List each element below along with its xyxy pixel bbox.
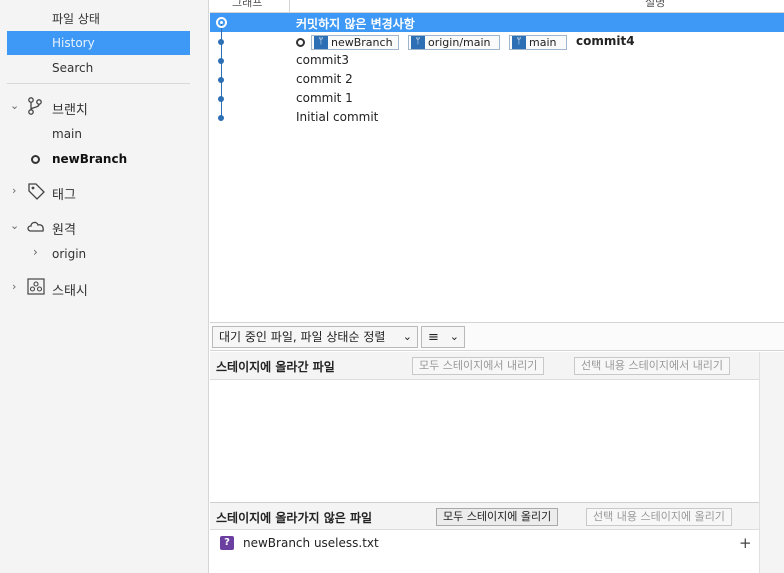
dropdown-label: 대기 중인 파일, 파일 상태순 정렬 bbox=[219, 330, 386, 344]
ref-tag-newbranch[interactable]: ᛘ newBranch bbox=[311, 35, 399, 50]
commit-node bbox=[218, 115, 224, 121]
chevron-right-icon[interactable]: › bbox=[12, 280, 16, 293]
list-icon: ≡ bbox=[428, 330, 439, 345]
column-header-graph[interactable]: 그래프 bbox=[232, 0, 262, 10]
commit-node bbox=[218, 77, 224, 83]
ref-tag-main[interactable]: ᛘ main bbox=[509, 35, 567, 50]
commit-node bbox=[218, 58, 224, 64]
commit-row[interactable]: commit 2 bbox=[210, 70, 784, 89]
scrollbar[interactable] bbox=[759, 352, 784, 502]
sidebar-item-remote-origin[interactable]: origin bbox=[52, 247, 86, 261]
stage-all-button[interactable]: 모두 스테이지에 올리기 bbox=[436, 508, 559, 526]
chevron-right-icon[interactable]: › bbox=[12, 184, 16, 197]
sidebar-item-history[interactable]: History bbox=[7, 31, 190, 55]
head-indicator-icon bbox=[296, 38, 305, 47]
commit-row-uncommitted[interactable]: 커밋하지 않은 변경사항 bbox=[210, 13, 784, 32]
panel-title: 스테이지에 올라가지 않은 파일 bbox=[216, 511, 373, 525]
ref-label: origin/main bbox=[428, 36, 491, 49]
file-row[interactable]: ? newBranch useless.txt + bbox=[210, 534, 759, 554]
file-toolbar: 대기 중인 파일, 파일 상태순 정렬 ⌄ ≡ ⌄ bbox=[210, 322, 784, 351]
sidebar-item-file-status[interactable]: 파일 상태 bbox=[52, 10, 100, 27]
graph-header: 그래프 설명 bbox=[210, 0, 784, 13]
sidebar-item-label: History bbox=[52, 36, 95, 50]
chevron-right-icon[interactable]: › bbox=[33, 245, 38, 259]
section-stashes[interactable]: › 스태시 bbox=[0, 277, 209, 299]
branch-icon: ᛘ bbox=[314, 36, 328, 49]
chevron-down-icon[interactable]: ⌄ bbox=[10, 99, 19, 112]
divider bbox=[7, 83, 190, 84]
sidebar: 파일 상태 History Search ⌄ 브랜치 main newBranc… bbox=[0, 0, 209, 573]
ref-tag-origin-main[interactable]: ᛘ origin/main bbox=[408, 35, 500, 50]
unstage-selected-button[interactable]: 선택 내용 스테이지에서 내리기 bbox=[574, 357, 731, 375]
chevron-down-icon: ⌄ bbox=[402, 330, 412, 343]
chevron-down-icon[interactable]: ⌄ bbox=[10, 219, 19, 232]
commit-node bbox=[218, 96, 224, 102]
chevron-down-icon: ⌄ bbox=[449, 330, 459, 343]
unstage-all-button[interactable]: 모두 스테이지에서 내리기 bbox=[412, 357, 545, 375]
commit-description: commit3 bbox=[296, 53, 349, 67]
view-mode-dropdown[interactable]: ≡ ⌄ bbox=[421, 326, 465, 348]
unstaged-files-header: 스테이지에 올라가지 않은 파일 모두 스테이지에 올리기 선택 내용 스테이지… bbox=[210, 502, 759, 530]
commit-row[interactable]: commit 1 bbox=[210, 89, 784, 108]
panel-title: 스테이지에 올라간 파일 bbox=[216, 360, 335, 374]
commit-node bbox=[218, 39, 224, 45]
sidebar-item-branch-newbranch[interactable]: newBranch bbox=[52, 152, 127, 166]
section-tags[interactable]: › 태그 bbox=[0, 181, 209, 203]
commit-description: 커밋하지 않은 변경사항 bbox=[296, 17, 415, 31]
tag-icon bbox=[26, 181, 46, 204]
scrollbar[interactable] bbox=[759, 502, 784, 573]
staged-files-header: 스테이지에 올라간 파일 모두 스테이지에서 내리기 선택 내용 스테이지에서 … bbox=[210, 352, 759, 380]
column-header-description[interactable]: 설명 bbox=[645, 0, 665, 10]
cloud-icon bbox=[26, 216, 46, 239]
section-title: 스태시 bbox=[52, 284, 88, 299]
untracked-file-icon: ? bbox=[220, 536, 234, 550]
commit-row[interactable]: commit3 bbox=[210, 51, 784, 70]
stage-selected-button[interactable]: 선택 내용 스테이지에 올리기 bbox=[586, 508, 732, 526]
ref-label: newBranch bbox=[331, 36, 393, 49]
branch-icon: ᛘ bbox=[512, 36, 526, 49]
file-name: newBranch useless.txt bbox=[243, 536, 379, 550]
section-title: 원격 bbox=[52, 223, 76, 238]
stage-file-icon[interactable]: + bbox=[739, 534, 752, 552]
commit-description: commit 1 bbox=[296, 91, 353, 105]
section-title: 브랜치 bbox=[52, 103, 88, 118]
section-branches[interactable]: ⌄ 브랜치 bbox=[0, 96, 209, 118]
current-branch-icon bbox=[31, 155, 40, 164]
sidebar-item-branch-main[interactable]: main bbox=[52, 127, 82, 141]
commit-row[interactable]: Initial commit bbox=[210, 108, 784, 127]
commit-row[interactable]: ᛘ newBranch ᛘ origin/main ᛘ main commit4 bbox=[210, 32, 784, 51]
ref-label: main bbox=[529, 36, 557, 49]
main-panel: 그래프 설명 커밋하지 않은 변경사항 ᛘ newBranch ᛘ origin/m… bbox=[210, 0, 784, 573]
branch-icon: ᛘ bbox=[411, 36, 425, 49]
commit-description: Initial commit bbox=[296, 110, 379, 124]
staged-files-list bbox=[210, 381, 759, 501]
file-filter-dropdown[interactable]: 대기 중인 파일, 파일 상태순 정렬 ⌄ bbox=[212, 326, 418, 348]
sidebar-item-search[interactable]: Search bbox=[52, 61, 93, 75]
section-title: 태그 bbox=[52, 188, 76, 203]
section-remotes[interactable]: ⌄ 원격 bbox=[0, 216, 209, 238]
working-copy-node bbox=[216, 17, 227, 28]
column-divider[interactable] bbox=[289, 0, 290, 13]
branch-icon bbox=[26, 96, 44, 119]
stash-icon bbox=[26, 277, 46, 300]
commit-description: commit4 bbox=[576, 34, 635, 48]
commit-description: commit 2 bbox=[296, 72, 353, 86]
